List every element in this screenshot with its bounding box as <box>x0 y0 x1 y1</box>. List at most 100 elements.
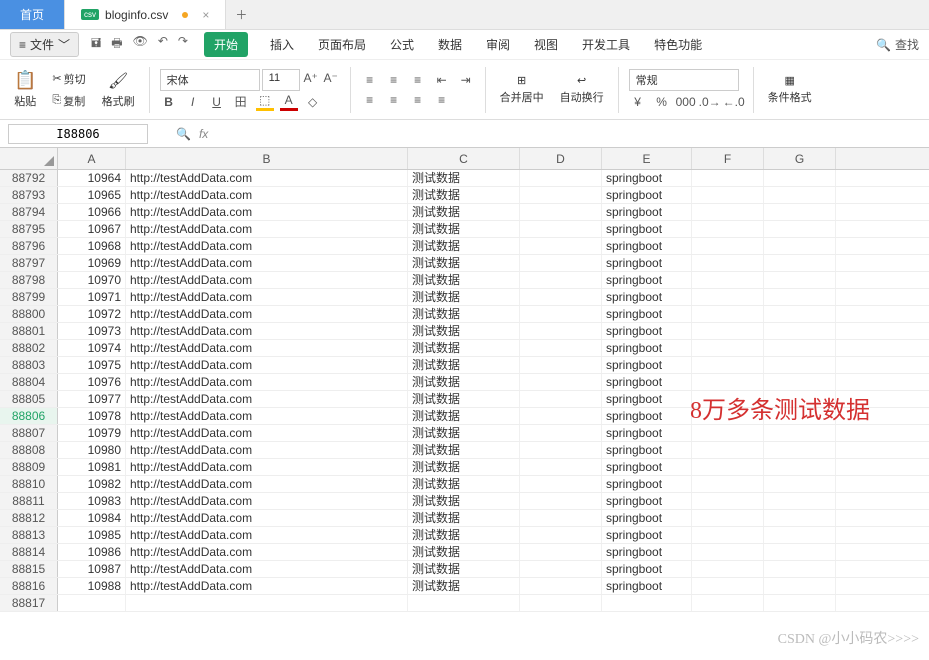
fx-icon[interactable]: fx <box>199 127 208 141</box>
row-header[interactable]: 88807 <box>0 425 58 441</box>
cell[interactable]: http://testAddData.com <box>126 561 408 577</box>
cell[interactable]: springboot <box>602 544 692 560</box>
cell[interactable]: 10982 <box>58 476 126 492</box>
cell[interactable]: springboot <box>602 255 692 271</box>
cell[interactable] <box>58 595 126 611</box>
cell[interactable] <box>764 459 836 475</box>
italic-button[interactable]: I <box>184 93 202 111</box>
cell[interactable]: 10971 <box>58 289 126 305</box>
cell[interactable] <box>692 408 764 424</box>
cell[interactable]: 测试数据 <box>408 357 520 373</box>
cell[interactable]: http://testAddData.com <box>126 306 408 322</box>
row-header[interactable]: 88813 <box>0 527 58 543</box>
cell[interactable] <box>126 595 408 611</box>
cell[interactable]: 10984 <box>58 510 126 526</box>
cell[interactable]: http://testAddData.com <box>126 425 408 441</box>
cell[interactable]: http://testAddData.com <box>126 408 408 424</box>
cell[interactable] <box>692 374 764 390</box>
cell[interactable]: 测试数据 <box>408 170 520 186</box>
col-header-F[interactable]: F <box>692 148 764 169</box>
cell[interactable]: 测试数据 <box>408 238 520 254</box>
row-header[interactable]: 88812 <box>0 510 58 526</box>
cell[interactable] <box>520 187 602 203</box>
cell[interactable]: springboot <box>602 289 692 305</box>
col-header-G[interactable]: G <box>764 148 836 169</box>
close-icon[interactable]: × <box>202 8 209 22</box>
cell[interactable]: springboot <box>602 493 692 509</box>
cell[interactable] <box>764 340 836 356</box>
cell[interactable] <box>520 204 602 220</box>
cell[interactable]: springboot <box>602 357 692 373</box>
increase-decimal-icon[interactable]: .0→ <box>701 93 719 111</box>
add-tab-button[interactable]: ＋ <box>226 0 256 29</box>
tab-formula[interactable]: 公式 <box>388 32 416 57</box>
tab-special[interactable]: 特色功能 <box>652 32 704 57</box>
cell[interactable]: 测试数据 <box>408 306 520 322</box>
cell[interactable] <box>764 272 836 288</box>
cell[interactable] <box>520 238 602 254</box>
underline-button[interactable]: U <box>208 93 226 111</box>
cell[interactable] <box>764 289 836 305</box>
redo-icon[interactable]: ↷ <box>178 34 188 55</box>
cell[interactable]: springboot <box>602 340 692 356</box>
cell[interactable] <box>692 272 764 288</box>
row-header[interactable]: 88799 <box>0 289 58 305</box>
cell[interactable] <box>520 374 602 390</box>
row-header[interactable]: 88793 <box>0 187 58 203</box>
cell[interactable]: http://testAddData.com <box>126 221 408 237</box>
cell[interactable] <box>692 459 764 475</box>
align-center-icon[interactable]: ≡ <box>385 91 403 109</box>
tab-home[interactable]: 首页 <box>0 0 65 29</box>
cell[interactable] <box>764 221 836 237</box>
cell[interactable]: springboot <box>602 476 692 492</box>
tab-start[interactable]: 开始 <box>204 32 248 57</box>
border-button[interactable]: 田 <box>232 93 250 111</box>
cell[interactable] <box>692 510 764 526</box>
select-all-corner[interactable] <box>0 148 58 169</box>
cell[interactable]: http://testAddData.com <box>126 170 408 186</box>
cell[interactable] <box>764 187 836 203</box>
tab-pagelayout[interactable]: 页面布局 <box>316 32 368 57</box>
cell[interactable] <box>520 442 602 458</box>
row-header[interactable]: 88797 <box>0 255 58 271</box>
cell[interactable]: http://testAddData.com <box>126 340 408 356</box>
cell[interactable] <box>764 425 836 441</box>
cell[interactable]: 10964 <box>58 170 126 186</box>
cell[interactable] <box>520 289 602 305</box>
cell[interactable]: springboot <box>602 204 692 220</box>
cell[interactable]: http://testAddData.com <box>126 238 408 254</box>
cell[interactable] <box>408 595 520 611</box>
cell[interactable] <box>692 527 764 543</box>
clear-format-button[interactable]: ◇ <box>304 93 322 111</box>
wrap-button[interactable]: ↩ 自动换行 <box>556 74 608 105</box>
decrease-decimal-icon[interactable]: ←.0 <box>725 93 743 111</box>
cell[interactable]: 测试数据 <box>408 391 520 407</box>
cell[interactable] <box>692 255 764 271</box>
cell[interactable]: http://testAddData.com <box>126 476 408 492</box>
cell[interactable] <box>692 221 764 237</box>
cell[interactable] <box>764 391 836 407</box>
cell[interactable] <box>520 493 602 509</box>
cell[interactable]: 测试数据 <box>408 493 520 509</box>
cell[interactable] <box>520 340 602 356</box>
cell[interactable]: 测试数据 <box>408 425 520 441</box>
cell[interactable]: 10983 <box>58 493 126 509</box>
cell[interactable] <box>764 170 836 186</box>
cell[interactable]: http://testAddData.com <box>126 323 408 339</box>
preview-icon[interactable]: 👁 <box>133 34 148 55</box>
cell[interactable] <box>764 595 836 611</box>
number-format-select[interactable]: 常规 <box>629 69 739 91</box>
row-header[interactable]: 88804 <box>0 374 58 390</box>
cell[interactable]: 测试数据 <box>408 408 520 424</box>
cell[interactable]: 测试数据 <box>408 442 520 458</box>
decrease-font-icon[interactable]: A⁻ <box>322 69 340 87</box>
cell[interactable]: 测试数据 <box>408 187 520 203</box>
cell[interactable]: springboot <box>602 425 692 441</box>
copy-button[interactable]: ⎘复制 <box>48 91 89 111</box>
col-header-C[interactable]: C <box>408 148 520 169</box>
fill-color-button[interactable]: ⬚ <box>256 93 274 111</box>
row-header[interactable]: 88817 <box>0 595 58 611</box>
comma-icon[interactable]: 000 <box>677 93 695 111</box>
cell[interactable] <box>764 544 836 560</box>
cell[interactable] <box>764 306 836 322</box>
